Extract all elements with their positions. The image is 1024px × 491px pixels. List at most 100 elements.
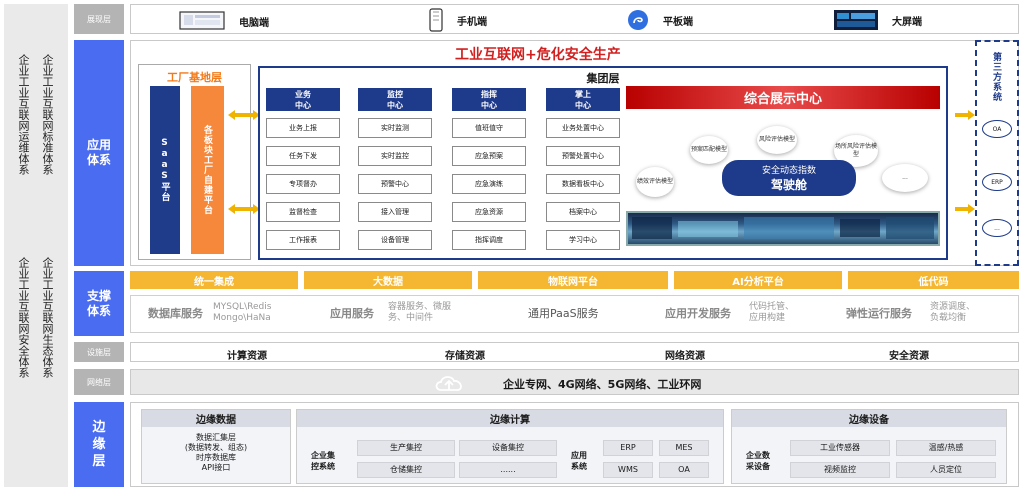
standard-system-label: 企业工业互联网标准体系 <box>41 54 54 175</box>
column-3-item-0[interactable]: 业务处置中心 <box>546 118 620 138</box>
dashboard-visual <box>632 217 934 239</box>
app-main-title: 工业互联网+危化安全生产 <box>455 47 621 63</box>
column-0-item-3[interactable]: 监督检查 <box>266 202 340 222</box>
infra-layer-label: 设施层 <box>74 342 124 362</box>
collect-device-label: 企业数 采设备 <box>746 451 770 471</box>
ecosystem-label: 企业工业互联网生态体系 <box>41 257 54 378</box>
edge-data-panel: 边缘数据 数据汇集层 (数据转发、组态) 时序数据库 API接口 <box>141 409 291 484</box>
db-service: 数据库服务 MYSQL\Redis Mongo\HaNa <box>148 297 271 329</box>
column-3-item-4[interactable]: 学习中心 <box>546 230 620 250</box>
showcase-title: 综合展示中心 <box>626 86 940 109</box>
edge-row: 边缘数据 数据汇集层 (数据转发、组态) 时序数据库 API接口 边缘计算 企业… <box>130 402 1019 487</box>
column-2-item-0[interactable]: 值班值守 <box>452 118 526 138</box>
column-2-item-2[interactable]: 应急演练 <box>452 174 526 194</box>
column-2-item-3[interactable]: 应急资源 <box>452 202 526 222</box>
edge-layer-label: 边 缘 层 <box>74 402 124 487</box>
safety-index-cockpit[interactable]: 安全动态指数 驾驶舱 <box>722 160 856 196</box>
edge-data-title: 边缘数据 <box>142 410 290 427</box>
column-1-item-0[interactable]: 实时监测 <box>358 118 432 138</box>
app-layer-label: 应用 体系 <box>74 40 124 266</box>
support-head-lowcode: 低代码 <box>848 271 1019 289</box>
column-head-2: 指挥 中心 <box>452 88 526 111</box>
edge-data-text: 数据汇集层 (数据转发、组态) 时序数据库 API接口 <box>184 433 248 472</box>
column-head-0: 业务 中心 <box>266 88 340 111</box>
chip-wms: WMS <box>603 462 653 478</box>
infra-row: 计算资源 存储资源 网络资源 安全资源 <box>130 342 1019 362</box>
third-oa[interactable]: OA <box>982 120 1012 138</box>
display-item-bigscreen: 大屏端 <box>834 10 922 30</box>
support-head-ai: AI分析平台 <box>674 271 842 289</box>
display-row: 电脑端 手机端 平板端 大屏端 <box>130 4 1019 34</box>
app-service-label: 应用服务 <box>330 307 374 320</box>
app-service: 应用服务 容器服务、微服 务、中间件 <box>330 297 451 329</box>
network-text: 企业专网、4G网络、5G网络、工业环网 <box>503 378 702 391</box>
third-more[interactable]: ... <box>982 219 1012 237</box>
bubble-more: ... <box>882 164 928 192</box>
elastic-service-detail: 资源调度、 负载均衡 <box>930 302 976 323</box>
column-1-item-1[interactable]: 实时监控 <box>358 146 432 166</box>
network-row: 企业专网、4G网络、5G网络、工业环网 <box>130 369 1019 395</box>
third-party-title: 第三方系统 <box>991 52 1001 102</box>
saas-platform-block: SaaS平台 <box>150 86 180 254</box>
cloud-upload-icon <box>435 376 462 391</box>
network-layer-label: 网络层 <box>74 369 124 395</box>
ctrl-system-label: 企业集 控系统 <box>311 451 335 471</box>
support-layer-label: 支撑 体系 <box>74 271 124 336</box>
monitor-icon <box>179 11 225 30</box>
chip-warehouse-ctrl: 仓储集控 <box>357 462 455 478</box>
chip-production-ctrl: 生产集控 <box>357 440 455 456</box>
support-row: 统一集成 大数据 物联网平台 AI分析平台 低代码 数据库服务 MYSQL\Re… <box>130 271 1019 336</box>
column-3-item-3[interactable]: 档案中心 <box>546 202 620 222</box>
column-1-item-2[interactable]: 预警中心 <box>358 174 432 194</box>
dev-service: 应用开发服务 代码托管、 应用构建 <box>665 297 794 329</box>
tablet-icon <box>628 10 648 30</box>
dev-service-detail: 代码托管、 应用构建 <box>749 302 795 323</box>
support-head-iot: 物联网平台 <box>478 271 668 289</box>
chip-mes: MES <box>659 440 709 456</box>
display-item-phone: 手机端 <box>429 8 487 32</box>
cockpit-line2: 驾驶舱 <box>770 178 807 192</box>
column-0-item-4[interactable]: 工作报表 <box>266 230 340 250</box>
self-built-platform-block: 各板块工厂自建平台 <box>191 86 224 254</box>
factory-group-arrow-lower <box>228 204 260 214</box>
chip-oa: OA <box>659 462 709 478</box>
infra-storage: 存储资源 <box>445 351 485 362</box>
third-arrow-1 <box>955 110 975 120</box>
bubble-performance-model: 绩效评估模型 <box>636 167 674 197</box>
display-layer-label: 展现层 <box>74 4 124 34</box>
edge-device-title: 边缘设备 <box>732 410 1006 427</box>
security-system-label: 企业工业互联网安全体系 <box>17 257 30 378</box>
chip-sensor: 工业传感器 <box>790 440 890 456</box>
chip-positioning: 人员定位 <box>896 462 996 478</box>
factory-group-arrow-upper <box>228 110 260 120</box>
app-system-label: 应用 系统 <box>571 451 587 471</box>
left-system-pillar: 企业工业互联网运维体系 企业工业互联网标准体系 企业工业互联网安全体系 企业工业… <box>4 4 68 487</box>
db-service-label: 数据库服务 <box>148 307 203 320</box>
column-0-item-0[interactable]: 业务上报 <box>266 118 340 138</box>
column-3-item-1[interactable]: 预警处置中心 <box>546 146 620 166</box>
column-2-item-4[interactable]: 指挥调度 <box>452 230 526 250</box>
edge-device-panel: 边缘设备 企业数 采设备 工业传感器 温感/热感 视频监控 人员定位 <box>731 409 1007 484</box>
display-label-tablet: 平板端 <box>663 16 693 28</box>
column-0-item-1[interactable]: 任务下发 <box>266 146 340 166</box>
paas-service: 通用PaaS服务 <box>528 307 599 320</box>
infra-network: 网络资源 <box>665 351 705 362</box>
dev-service-label: 应用开发服务 <box>665 307 731 320</box>
edge-compute-panel: 边缘计算 企业集 控系统 生产集控 设备集控 仓储集控 ...... 应用 系统… <box>296 409 724 484</box>
column-3-item-2[interactable]: 数据看板中心 <box>546 174 620 194</box>
column-1-item-4[interactable]: 设备管理 <box>358 230 432 250</box>
ops-system-label: 企业工业互联网运维体系 <box>17 54 30 175</box>
display-item-pc: 电脑端 <box>179 11 269 31</box>
third-erp[interactable]: ERP <box>982 173 1012 191</box>
column-0-item-2[interactable]: 专项督办 <box>266 174 340 194</box>
infra-compute: 计算资源 <box>227 351 267 362</box>
display-label-pc: 电脑端 <box>239 17 269 29</box>
column-1-item-3[interactable]: 接入管理 <box>358 202 432 222</box>
phone-icon <box>429 8 443 32</box>
chip-device-ctrl: 设备集控 <box>459 440 557 456</box>
big-screen-icon <box>834 10 878 30</box>
column-head-1: 监控 中心 <box>358 88 432 111</box>
group-title: 集团层 <box>586 72 620 85</box>
column-2-item-1[interactable]: 应急预案 <box>452 146 526 166</box>
chip-more-ctrl: ...... <box>459 462 557 478</box>
